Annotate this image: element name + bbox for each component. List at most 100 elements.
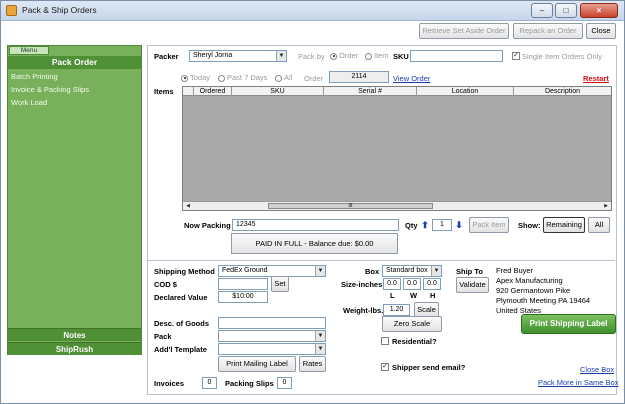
shipper-email-label: Shipper send email? (392, 363, 466, 372)
residential-checkbox[interactable] (381, 337, 389, 345)
pack-by-order-radio[interactable]: Order (330, 51, 358, 60)
shipping-method-label: Shipping Method (154, 267, 215, 276)
title-bar: Pack & Ship Orders – □ × (1, 1, 624, 21)
template-label: Add'l Template (154, 345, 207, 354)
order-number-input[interactable]: 2114 (329, 71, 389, 83)
box-select[interactable]: Standard box ▼ (382, 265, 442, 277)
validate-button[interactable]: Validate (456, 277, 489, 293)
radio-icon (218, 74, 225, 82)
repack-order-button[interactable]: Repack an Order (513, 23, 583, 39)
minimize-button[interactable]: – (531, 3, 553, 18)
radio-icon (365, 52, 372, 60)
grid-header: Ordered SKU Serial # Location Descriptio… (183, 87, 611, 96)
filter-all-radio[interactable]: All (275, 73, 292, 82)
pack-ship-window: Pack & Ship Orders – □ × Retrieve Set As… (0, 0, 625, 404)
size-length-input[interactable]: 0.0 (383, 278, 401, 290)
invoices-count-input[interactable]: 0 (202, 377, 217, 389)
filter-past7-radio[interactable]: Past 7 Days (218, 73, 267, 82)
size-height-input[interactable]: 0.0 (423, 278, 441, 290)
view-order-link[interactable]: View Order (393, 74, 430, 83)
radio-icon (275, 74, 282, 82)
chevron-down-icon: ▼ (431, 266, 441, 276)
scroll-left-icon[interactable]: ◀ (184, 203, 192, 209)
sidebar-header-pack-order[interactable]: Pack Order (8, 56, 141, 69)
close-box-link[interactable]: Close Box (580, 365, 614, 374)
rates-button[interactable]: Rates (299, 356, 326, 372)
pack-by-item-radio[interactable]: Item (365, 51, 389, 60)
pack-by-order-label: Order (339, 51, 359, 60)
filter-today-label: Today (190, 73, 211, 82)
restart-link[interactable]: Restart (583, 74, 609, 83)
grid-corner (183, 87, 194, 96)
sidebar-item-work-load[interactable]: Work Load (11, 98, 47, 107)
col-location[interactable]: Location (417, 87, 514, 96)
col-ordered[interactable]: Ordered (194, 87, 232, 96)
window-title: Pack & Ship Orders (22, 5, 97, 15)
packing-slips-count-input[interactable]: 0 (277, 377, 292, 389)
sidebar-menu-tab[interactable]: Menu (9, 46, 49, 55)
pack-select[interactable]: ▼ (218, 330, 326, 342)
pack-label: Pack (154, 332, 172, 341)
declared-value-input[interactable]: $10:00 (218, 291, 268, 303)
invoices-label: Invoices (154, 379, 185, 388)
sidebar-item-invoice-packing[interactable]: Invoice & Packing Slips (11, 85, 89, 94)
residential-label: Residential? (392, 337, 437, 346)
zero-scale-button[interactable]: Zero Scale (382, 316, 442, 332)
show-remaining-button[interactable]: Remaining (543, 217, 585, 233)
pack-item-button[interactable]: Pack Item (469, 217, 509, 233)
pack-by-label: Pack by (298, 52, 325, 61)
single-item-checkbox[interactable]: ✓ (512, 52, 520, 60)
height-letter: H (430, 291, 436, 300)
packer-label: Packer (154, 52, 179, 61)
retrieve-set-aside-button[interactable]: Retrieve Set Aside Order (419, 23, 509, 39)
filter-today-radio[interactable]: Today (181, 73, 210, 82)
qty-up-arrow-icon[interactable]: ⬆ (420, 219, 430, 231)
scroll-grip: III (348, 203, 353, 209)
single-item-label: Single Item Orders Only (522, 52, 603, 61)
radio-selected-icon (181, 74, 188, 82)
pack-more-link[interactable]: Pack More in Same Box (538, 378, 618, 387)
sidebar-shiprush[interactable]: ShipRush (8, 342, 141, 355)
template-select[interactable]: ▼ (218, 343, 326, 355)
chevron-down-icon: ▼ (315, 266, 325, 276)
packer-select[interactable]: Sheryl Jorna ▼ (189, 50, 287, 62)
scroll-thumb[interactable]: III (268, 203, 433, 209)
scroll-right-icon[interactable]: ▶ (602, 203, 610, 209)
close-button[interactable]: Close (586, 23, 616, 39)
cod-set-button[interactable]: Set (271, 276, 289, 292)
box-label: Box (365, 267, 380, 276)
window-close-button[interactable]: × (580, 3, 618, 18)
qty-label: Qty (405, 221, 418, 230)
size-width-input[interactable]: 0.0 (403, 278, 421, 290)
desc-goods-input[interactable] (218, 317, 326, 329)
print-shipping-label-button[interactable]: Print Shipping Label (521, 314, 616, 334)
shipper-email-checkbox[interactable]: ✓ (381, 363, 389, 371)
size-inches-label: Size-inches (341, 280, 383, 289)
maximize-button[interactable]: □ (555, 3, 577, 18)
print-mailing-label-button[interactable]: Print Mailing Label (218, 356, 296, 372)
qty-down-arrow-icon[interactable]: ⬇ (454, 219, 464, 231)
ship-to-label: Ship To (456, 267, 483, 276)
cod-input[interactable] (218, 278, 268, 290)
weight-input[interactable]: 1.20 (383, 304, 410, 316)
show-all-button[interactable]: All (588, 217, 610, 233)
qty-input[interactable]: 1 (432, 219, 452, 231)
sku-input[interactable] (410, 50, 503, 62)
app-box-icon (6, 5, 17, 16)
col-sku[interactable]: SKU (232, 87, 324, 96)
paid-status-box: PAID IN FULL - Balance due: $0.00 (231, 233, 398, 254)
cod-label: COD $ (154, 280, 177, 289)
filter-all-label: All (284, 73, 293, 82)
sidebar-notes[interactable]: Notes (8, 328, 141, 341)
col-serial[interactable]: Serial # (324, 87, 417, 96)
col-description[interactable]: Description (514, 87, 611, 96)
desc-goods-label: Desc. of Goods (154, 319, 210, 328)
sidebar-item-batch-printing[interactable]: Batch Printing (11, 72, 58, 81)
section-divider (148, 260, 615, 261)
filter-past7-label: Past 7 Days (227, 73, 268, 82)
chevron-down-icon: ▼ (276, 51, 286, 61)
now-packing-label: Now Packing (184, 221, 231, 230)
horizontal-scrollbar[interactable]: ◀ III ▶ (183, 201, 611, 210)
now-packing-input[interactable]: 12345 (232, 219, 399, 231)
items-grid[interactable]: Ordered SKU Serial # Location Descriptio… (182, 86, 612, 211)
